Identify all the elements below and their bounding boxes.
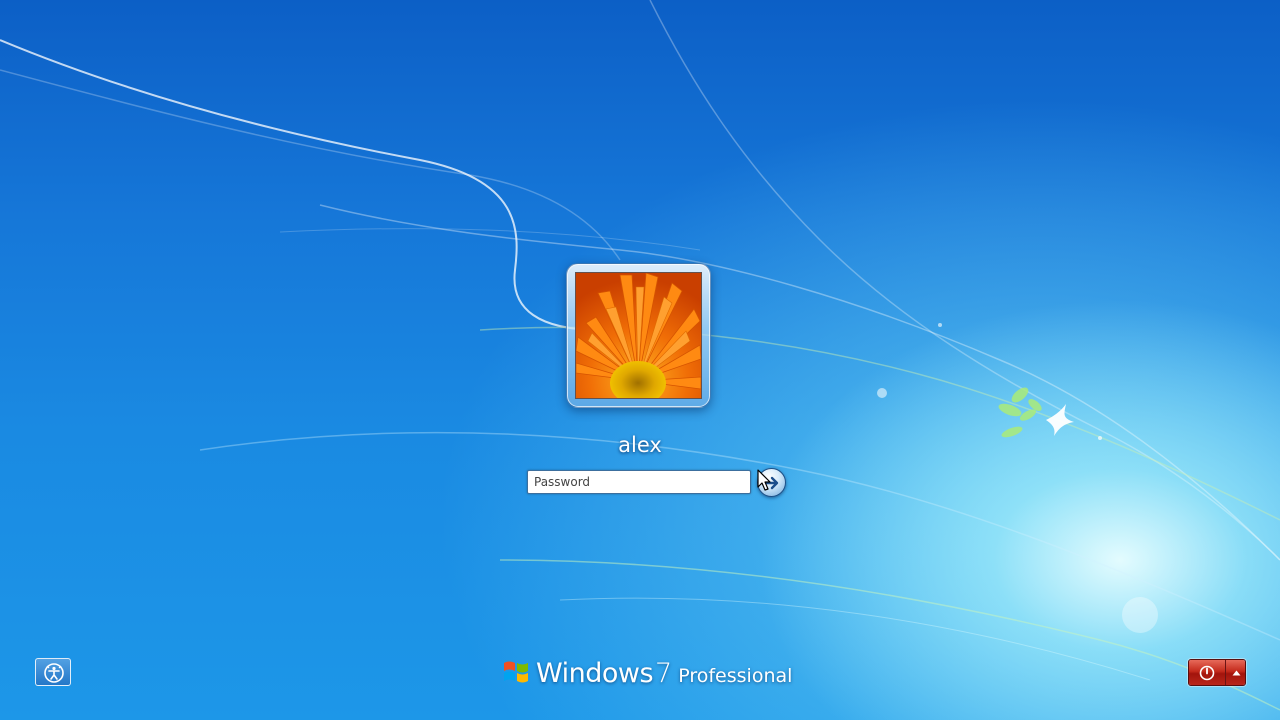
arrow-right-icon	[764, 476, 779, 490]
flower-picture-graphic	[576, 273, 701, 398]
orange-flower-user-picture	[575, 272, 702, 399]
logon-screen: alex Windows 7 Professional	[0, 0, 1280, 720]
shutdown-options-button[interactable]	[1226, 660, 1245, 685]
shutdown-button[interactable]	[1189, 660, 1226, 685]
power-icon	[1199, 665, 1215, 681]
brand-name: Windows	[536, 658, 654, 689]
ease-of-access-icon	[44, 663, 64, 683]
windows-branding: Windows 7 Professional	[502, 654, 792, 694]
user-name: alex	[618, 433, 662, 457]
brand-edition: Professional	[678, 665, 793, 687]
user-tile[interactable]	[566, 263, 711, 408]
password-input[interactable]	[527, 470, 751, 494]
windows-flag-icon	[504, 661, 528, 683]
shutdown-control	[1188, 659, 1246, 686]
submit-arrow-button[interactable]	[757, 468, 786, 497]
ease-of-access-button[interactable]	[35, 658, 71, 686]
triangle-up-icon	[1232, 670, 1241, 676]
brand-version: 7	[655, 658, 673, 689]
